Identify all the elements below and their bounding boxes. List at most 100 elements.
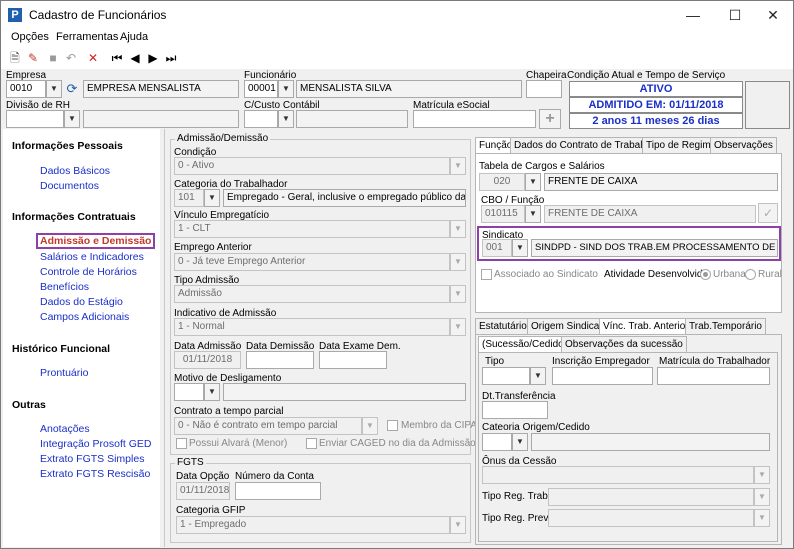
sidebar-item-dados-estagio[interactable]: Dados do Estágio [40, 296, 123, 308]
sidebar-item-documentos[interactable]: Documentos [40, 180, 99, 192]
tipo-select[interactable] [482, 367, 530, 385]
tab-estatutario[interactable]: Estatutário [475, 318, 531, 334]
data-exame-input[interactable] [319, 351, 387, 369]
chapeira-input[interactable] [526, 80, 562, 98]
check-icon[interactable]: ✓ [758, 203, 778, 223]
delete-icon[interactable]: ✕ [85, 50, 101, 66]
new-icon[interactable]: 🗎 [7, 50, 23, 66]
motivo-desc-field [223, 383, 466, 401]
empresa-dropdown[interactable]: ▼ [46, 80, 62, 98]
categoria-code-input[interactable]: 101 [174, 189, 204, 207]
sidebar-item-campos-adicionais[interactable]: Campos Adicionais [40, 311, 129, 323]
ccusto-dropdown[interactable]: ▼ [278, 110, 294, 128]
contrato-parcial-select[interactable]: 0 - Não é contrato em tempo parcial [174, 417, 362, 435]
tipo-reg-prev-dropdown[interactable]: ▼ [754, 509, 770, 527]
associado-sindicato-checkbox[interactable] [481, 269, 492, 280]
categoria-origem-code[interactable] [482, 433, 512, 451]
emprego-anterior-dropdown[interactable]: ▼ [450, 253, 466, 271]
sidebar-item-anotacoes[interactable]: Anotações [40, 423, 90, 435]
menu-ajuda[interactable]: Ajuda [120, 31, 148, 43]
previous-record-icon[interactable]: ◀ [127, 50, 143, 66]
empresa-code-input[interactable]: 0010 [6, 80, 46, 98]
rural-radio[interactable] [745, 269, 756, 280]
photo-box[interactable] [745, 81, 790, 129]
alvara-checkbox[interactable] [176, 438, 187, 449]
minimize-button[interactable]: — [673, 1, 713, 29]
tipo-reg-trab-select[interactable] [548, 488, 754, 506]
divisao-rh-input[interactable] [6, 110, 64, 128]
sidebar-item-controle-horarios[interactable]: Controle de Horários [40, 266, 137, 278]
vinculo-select[interactable]: 1 - CLT [174, 220, 450, 238]
tabela-cargos-dropdown[interactable]: ▼ [525, 173, 541, 191]
tab-sucessao-cedido[interactable]: (Sucessão/Cedido) [478, 336, 572, 353]
sidebar-item-integracao-ged[interactable]: Integração Prosoft GED [40, 438, 151, 450]
cbo-dropdown[interactable]: ▼ [525, 205, 541, 223]
caged-checkbox[interactable] [306, 438, 317, 449]
tab-origem-sindical[interactable]: Origem Sindical [527, 318, 606, 334]
categoria-gfip-select[interactable]: 1 - Empregado [176, 516, 450, 534]
condicao-select[interactable]: 0 - Ativo [174, 157, 450, 175]
tipo-reg-trab-dropdown[interactable]: ▼ [754, 488, 770, 506]
tipo-admissao-select[interactable]: Admissão [174, 285, 450, 303]
refresh-icon[interactable]: ⟳ [64, 81, 80, 97]
categoria-dropdown[interactable]: ▼ [204, 189, 220, 207]
maximize-button[interactable]: ☐ [715, 1, 755, 29]
data-demissao-input[interactable] [246, 351, 314, 369]
vinculo-dropdown[interactable]: ▼ [450, 220, 466, 238]
edit-icon[interactable]: ✎ [25, 50, 41, 66]
contrato-parcial-dropdown[interactable]: ▼ [362, 417, 378, 435]
numero-conta-input[interactable] [235, 482, 321, 500]
funcionario-dropdown[interactable]: ▼ [278, 80, 294, 98]
matricula-esocial-input[interactable] [413, 110, 536, 128]
urbana-radio[interactable] [700, 269, 711, 280]
tabela-cargos-code[interactable]: 020 [479, 173, 525, 191]
cipa-checkbox[interactable] [387, 420, 398, 431]
motivo-dropdown[interactable]: ▼ [204, 383, 220, 401]
sindicato-code[interactable]: 001 [482, 239, 512, 257]
categoria-origem-dropdown[interactable]: ▼ [512, 433, 528, 451]
emprego-anterior-select[interactable]: 0 - Já teve Emprego Anterior [174, 253, 450, 271]
cbo-code[interactable]: 010115 [481, 205, 525, 223]
motivo-code-input[interactable] [174, 383, 204, 401]
tipo-admissao-dropdown[interactable]: ▼ [450, 285, 466, 303]
data-opcao-input[interactable]: 01/11/2018 [176, 482, 230, 500]
menu-opcoes[interactable]: Opções [11, 31, 49, 43]
sidebar-item-extrato-fgts-simples[interactable]: Extrato FGTS Simples [40, 453, 144, 465]
close-button[interactable]: ✕ [753, 1, 793, 29]
tab-observacoes[interactable]: Observações [710, 137, 777, 153]
sindicato-dropdown[interactable]: ▼ [512, 239, 528, 257]
tipo-reg-prev-select[interactable] [548, 509, 754, 527]
sidebar-item-beneficios[interactable]: Benefícios [40, 281, 89, 293]
funcionario-code-input[interactable]: 00001 [244, 80, 278, 98]
next-record-icon[interactable]: ▶ [145, 50, 161, 66]
indicativo-select[interactable]: 1 - Normal [174, 318, 450, 336]
data-admissao-input[interactable]: 01/11/2018 [174, 351, 241, 369]
tab-vinc-trab-anterior[interactable]: Vínc. Trab. Anterior [599, 318, 693, 335]
tab-tipo-regime[interactable]: Tipo de Regime [642, 137, 721, 153]
onus-cessao-dropdown[interactable]: ▼ [754, 466, 770, 484]
last-record-icon[interactable]: ⏭ [163, 50, 179, 66]
sidebar-item-salarios[interactable]: Salários e Indicadores [40, 251, 144, 263]
tab-trab-temporario[interactable]: Trab.Temporário [685, 318, 766, 334]
sidebar-item-dados-basicos[interactable]: Dados Básicos [40, 165, 110, 177]
tipo-dropdown[interactable]: ▼ [530, 367, 546, 385]
sidebar-item-admissao-demissao[interactable]: Admissão e Demissão [36, 233, 156, 249]
tab-dados-contrato[interactable]: Dados do Contrato de Trabalho [510, 137, 658, 153]
condicao-dropdown[interactable]: ▼ [450, 157, 466, 175]
indicativo-dropdown[interactable]: ▼ [450, 318, 466, 336]
ccusto-input[interactable] [244, 110, 278, 128]
inscricao-empregador-input[interactable] [552, 367, 653, 385]
tab-observacoes-sucessao[interactable]: Observações da sucessão [561, 336, 687, 352]
dt-transferencia-input[interactable] [482, 401, 548, 419]
categoria-gfip-dropdown[interactable]: ▼ [450, 516, 466, 534]
add-matricula-button[interactable]: + [539, 109, 561, 129]
matricula-trabalhador-input[interactable] [657, 367, 770, 385]
undo-icon[interactable]: ↶ [63, 50, 79, 66]
first-record-icon[interactable]: ⏮ [109, 50, 125, 66]
menu-ferramentas[interactable]: Ferramentas [56, 31, 118, 43]
sidebar-item-extrato-fgts-rescisao[interactable]: Extrato FGTS Rescisão [40, 468, 150, 480]
divisao-rh-dropdown[interactable]: ▼ [64, 110, 80, 128]
sidebar-item-prontuario[interactable]: Prontuário [40, 367, 88, 379]
save-icon[interactable]: ■ [45, 50, 61, 66]
onus-cessao-select[interactable] [482, 466, 754, 484]
